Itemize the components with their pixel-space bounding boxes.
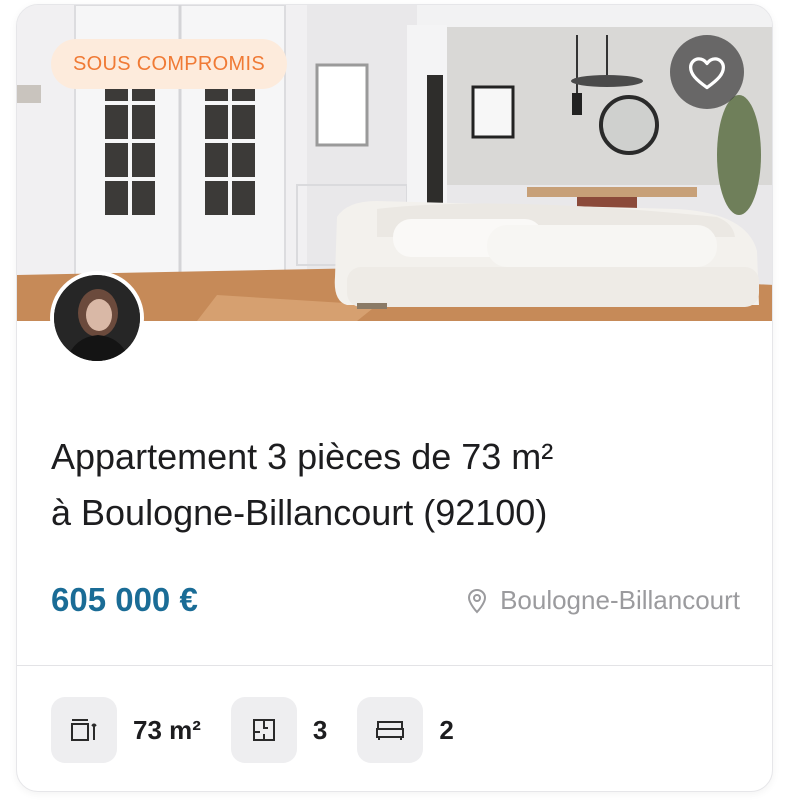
status-badge: SOUS COMPROMIS <box>51 39 287 89</box>
listing-card[interactable]: SOUS COMPROMIS Appartement 3 pièces de 7… <box>16 4 773 792</box>
listing-title[interactable]: Appartement 3 pièces de 73 m² à Boulogne… <box>51 429 741 541</box>
agent-avatar[interactable] <box>50 271 144 365</box>
floor-plan-icon <box>230 697 297 763</box>
listing-title-line2: à Boulogne-Billancourt (92100) <box>51 492 548 533</box>
features-row: 73 m² 3 2 <box>51 697 484 763</box>
location-pin-icon <box>466 588 488 614</box>
bed-icon <box>357 697 424 763</box>
feature-rooms: 3 <box>230 697 328 763</box>
divider <box>17 665 772 666</box>
feature-bedrooms: 2 <box>357 697 454 763</box>
listing-title-line1: Appartement 3 pièces de 73 m² <box>51 436 554 477</box>
feature-surface: 73 m² <box>51 697 201 763</box>
listing-price: 605 000 € <box>51 581 198 618</box>
heart-icon <box>689 57 725 90</box>
status-badge-label: SOUS COMPROMIS <box>73 52 265 75</box>
surface-area-icon <box>51 697 117 763</box>
feature-surface-value: 73 m² <box>133 714 201 745</box>
feature-bedrooms-value: 2 <box>439 714 454 745</box>
feature-rooms-value: 3 <box>312 714 328 745</box>
listing-location: Boulogne-Billancourt <box>466 585 740 616</box>
favorite-button[interactable] <box>670 35 744 109</box>
location-label: Boulogne-Billancourt <box>500 585 740 615</box>
